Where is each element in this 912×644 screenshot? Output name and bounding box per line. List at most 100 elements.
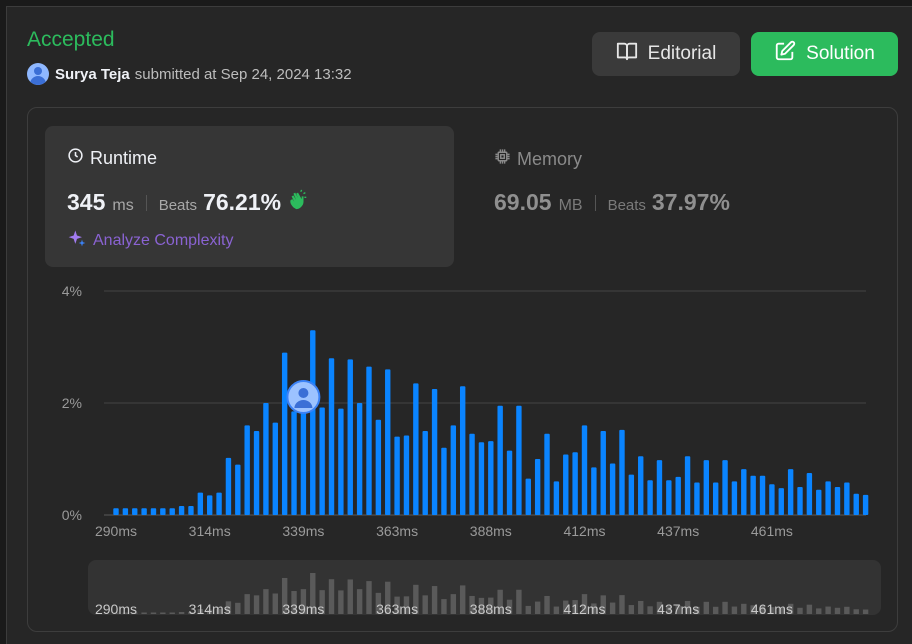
bar[interactable] bbox=[150, 508, 157, 515]
bar[interactable] bbox=[394, 436, 400, 515]
bar[interactable] bbox=[759, 475, 766, 515]
bar[interactable] bbox=[572, 452, 578, 515]
mini-bar bbox=[797, 607, 803, 614]
bar[interactable] bbox=[741, 469, 747, 515]
bar[interactable] bbox=[638, 456, 644, 515]
bar[interactable] bbox=[347, 359, 353, 515]
bar[interactable] bbox=[281, 352, 288, 515]
bar[interactable] bbox=[750, 475, 756, 515]
bar[interactable] bbox=[666, 480, 672, 515]
bar[interactable] bbox=[591, 467, 597, 515]
bar[interactable] bbox=[216, 492, 222, 515]
bar[interactable] bbox=[272, 422, 278, 515]
mini-x-tick-label: 314ms bbox=[189, 601, 231, 617]
mini-bar bbox=[553, 606, 560, 614]
bar[interactable] bbox=[862, 494, 869, 515]
bar[interactable] bbox=[413, 383, 419, 515]
bar[interactable] bbox=[563, 454, 569, 515]
bar[interactable] bbox=[488, 441, 494, 515]
bar[interactable] bbox=[675, 476, 681, 515]
bar[interactable] bbox=[122, 508, 129, 515]
bar[interactable] bbox=[684, 456, 691, 515]
bar[interactable] bbox=[553, 481, 560, 515]
x-tick-label: 363ms bbox=[376, 523, 418, 539]
bar[interactable] bbox=[787, 469, 794, 515]
bar[interactable] bbox=[703, 460, 710, 515]
bar[interactable] bbox=[628, 474, 635, 515]
bar[interactable] bbox=[459, 386, 466, 515]
mini-bar bbox=[525, 605, 531, 614]
bar[interactable] bbox=[525, 478, 531, 515]
bar[interactable] bbox=[825, 481, 831, 515]
bar[interactable] bbox=[385, 369, 391, 515]
bar[interactable] bbox=[619, 429, 625, 515]
bar[interactable] bbox=[422, 431, 428, 515]
bar[interactable] bbox=[263, 403, 269, 515]
bar[interactable] bbox=[244, 425, 250, 515]
bar[interactable] bbox=[328, 358, 335, 515]
bar[interactable] bbox=[300, 403, 307, 515]
bar[interactable] bbox=[506, 450, 513, 515]
mini-bar bbox=[731, 606, 738, 614]
bar[interactable] bbox=[853, 493, 859, 515]
bar[interactable] bbox=[497, 405, 503, 515]
mini-bar bbox=[338, 590, 344, 614]
bar[interactable] bbox=[534, 459, 541, 515]
bar[interactable] bbox=[478, 442, 485, 515]
mini-bar bbox=[853, 609, 859, 614]
mini-bar bbox=[272, 593, 278, 614]
bar[interactable] bbox=[544, 433, 550, 515]
bar[interactable] bbox=[769, 484, 775, 515]
mini-bar bbox=[459, 585, 466, 614]
bar[interactable] bbox=[207, 495, 213, 515]
bar[interactable] bbox=[310, 330, 316, 515]
mini-x-tick-label: 363ms bbox=[376, 601, 418, 617]
bar[interactable] bbox=[141, 508, 147, 515]
bar[interactable] bbox=[188, 506, 194, 515]
bar[interactable] bbox=[338, 408, 344, 515]
bar[interactable] bbox=[169, 508, 175, 515]
bar[interactable] bbox=[731, 481, 738, 515]
bar[interactable] bbox=[178, 506, 185, 515]
bar[interactable] bbox=[778, 488, 784, 515]
bar[interactable] bbox=[356, 403, 363, 515]
bar[interactable] bbox=[600, 431, 606, 515]
bar[interactable] bbox=[431, 389, 438, 515]
x-tick-label: 339ms bbox=[282, 523, 324, 539]
bar[interactable] bbox=[722, 460, 728, 515]
bar[interactable] bbox=[160, 508, 166, 515]
bar[interactable] bbox=[375, 419, 382, 515]
mini-bar bbox=[534, 601, 541, 614]
runtime-distribution-chart[interactable]: 0% 2% 4% 290ms 314ms 339ms 363ms 388ms 412ms 437m… bbox=[0, 0, 912, 643]
bar[interactable] bbox=[834, 487, 841, 515]
bar[interactable] bbox=[516, 405, 522, 515]
mini-x-tick-label: 290ms bbox=[95, 601, 137, 617]
bar[interactable] bbox=[844, 482, 850, 515]
bar[interactable] bbox=[113, 508, 119, 515]
bar[interactable] bbox=[132, 508, 138, 515]
mini-bar bbox=[619, 595, 625, 614]
bar[interactable] bbox=[656, 460, 663, 515]
mini-bar bbox=[712, 606, 719, 614]
bar[interactable] bbox=[609, 463, 616, 515]
bar[interactable] bbox=[694, 482, 700, 515]
bar[interactable] bbox=[197, 492, 204, 515]
bar[interactable] bbox=[366, 366, 372, 515]
bar[interactable] bbox=[806, 473, 813, 515]
bar[interactable] bbox=[797, 487, 803, 515]
bar[interactable] bbox=[403, 435, 410, 515]
bar[interactable] bbox=[712, 482, 719, 515]
bar[interactable] bbox=[816, 489, 822, 515]
bar[interactable] bbox=[441, 447, 447, 515]
bar[interactable] bbox=[450, 425, 457, 515]
bar[interactable] bbox=[235, 464, 241, 515]
bar[interactable] bbox=[291, 411, 297, 515]
bar[interactable] bbox=[581, 425, 588, 515]
bar[interactable] bbox=[253, 431, 260, 515]
bar[interactable] bbox=[225, 457, 232, 515]
mini-bar bbox=[422, 595, 428, 614]
bar[interactable] bbox=[647, 480, 653, 515]
x-tick-label: 290ms bbox=[95, 523, 137, 539]
bar[interactable] bbox=[319, 407, 325, 515]
bar[interactable] bbox=[469, 433, 475, 515]
